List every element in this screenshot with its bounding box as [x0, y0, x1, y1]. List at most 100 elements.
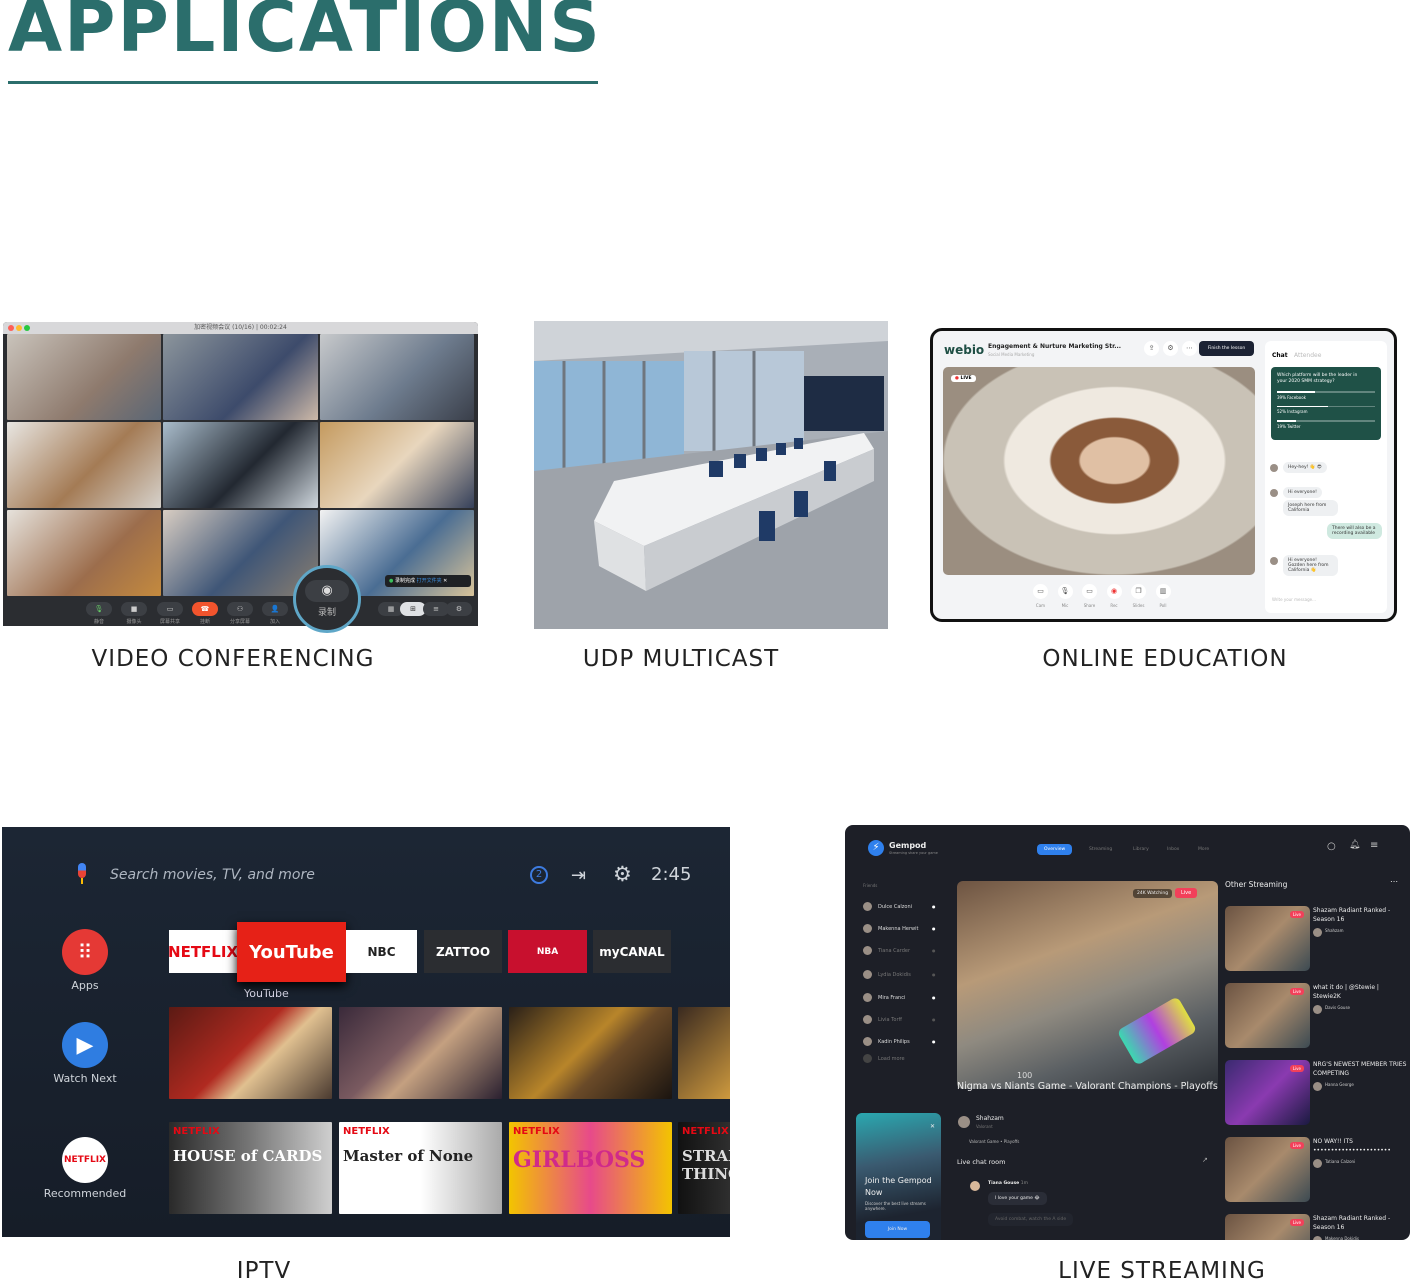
recommended-item[interactable]: NETFLIX HOUSE of CARDS [169, 1122, 332, 1214]
watch-next-icon[interactable]: ▶ [62, 1022, 108, 1068]
main-stream-video[interactable]: 24K Watching Live 100 [957, 881, 1218, 1089]
other-stream-thumbnail[interactable]: Live [1225, 1214, 1310, 1240]
app-tile-mycanal[interactable]: myCANAL [593, 930, 671, 973]
app-tile-netflix[interactable]: NETFLIX [168, 930, 238, 973]
tag[interactable]: Playoffs [1004, 1139, 1020, 1144]
other-stream-thumbnail[interactable]: Live [1225, 1137, 1310, 1202]
friend-item[interactable]: Makenna Herwit ● [863, 924, 936, 933]
share-icon[interactable]: ⇪ [1144, 341, 1159, 356]
close-promo-icon[interactable]: ✕ [930, 1123, 935, 1130]
tab-chat[interactable]: Chat [1272, 352, 1288, 359]
app-tile-youtube[interactable]: YouTube [237, 922, 346, 982]
more-icon[interactable]: ⋯ [1182, 341, 1197, 356]
other-stream-thumbnail[interactable]: Live [1225, 983, 1310, 1048]
caption-udp-multicast: UDP MULTICAST [582, 646, 780, 672]
expand-chat-icon[interactable]: ↗ [1202, 1156, 1208, 1164]
tab-streaming[interactable]: Streaming [1089, 844, 1112, 855]
record-button-magnified[interactable]: ◉ 录制 [293, 565, 361, 633]
app-tile-zattoo[interactable]: ZATTOO [424, 930, 502, 973]
invite-button[interactable]: 👤 [262, 602, 288, 616]
other-stream-thumbnail[interactable]: Live [1225, 1060, 1310, 1125]
poll-icon[interactable]: ▥ [1155, 584, 1171, 599]
other-stream-title[interactable]: Shazam Radiant Ranked - Season 16 [1313, 906, 1408, 924]
camera-icon[interactable]: ▭ [1033, 584, 1048, 599]
other-stream-title[interactable]: NO WAY!! ITS •••••••••••••••••••••• [1313, 1137, 1408, 1155]
tab-overview[interactable]: Overview [1037, 844, 1073, 855]
poll-question: Which platform will be the leader in you… [1277, 373, 1358, 384]
record-icon: ◉ [305, 580, 349, 602]
members-button[interactable]: ⚇ [227, 602, 253, 616]
more-options-icon[interactable]: ⋯ [1390, 877, 1398, 886]
netflix-badge: NETFLIX [173, 1126, 220, 1137]
other-streamer-name: Shahzam [1325, 928, 1344, 933]
recommended-item[interactable]: NETFLIX GIRLBOSS [509, 1122, 672, 1214]
watch-next-item[interactable] [339, 1007, 502, 1099]
tab-library[interactable]: Library [1133, 844, 1149, 855]
camera-button[interactable]: ■ [121, 602, 147, 616]
mic-icon[interactable] [78, 863, 88, 887]
live-badge: Live [1289, 1065, 1304, 1072]
finish-lesson-button[interactable]: Finish the lesson [1199, 341, 1254, 356]
other-stream-title[interactable]: Shazam Radiant Ranked - Season 16 [1313, 1214, 1408, 1232]
tab-more[interactable]: More [1198, 844, 1209, 855]
load-more-button[interactable]: Load more [863, 1054, 905, 1063]
gempod-logo-icon: ⚡ [868, 840, 884, 856]
side-label: Apps [71, 979, 99, 992]
netflix-badge: NETFLIX [343, 1126, 390, 1137]
other-streamer-name: Tatiana Calzoni [1325, 1159, 1356, 1164]
record-icon[interactable]: ◉ [1106, 584, 1122, 599]
input-source-icon[interactable]: ⇥ [571, 865, 586, 886]
poll-option[interactable]: 19% Twitter [1277, 424, 1375, 429]
message-input[interactable]: Write your message... [1272, 597, 1316, 602]
friend-item[interactable]: Kadin Philips ● [863, 1037, 936, 1046]
app-tile-nba[interactable]: NBA [508, 930, 587, 973]
chat-message: Avoid combat, watch the A side [988, 1213, 1074, 1226]
notification-bell-icon[interactable]: 🔔︎ [1349, 840, 1360, 850]
app-tile-nbc[interactable]: NBC [346, 930, 417, 973]
mic-icon[interactable]: 🎙︎ [1057, 584, 1073, 599]
tag[interactable]: Valorant Game [969, 1139, 999, 1144]
watch-next-item[interactable] [678, 1007, 730, 1099]
chat-avatar [1270, 557, 1278, 565]
webio-logo: webio [944, 343, 985, 357]
settings-icon[interactable]: ⚙ [1163, 341, 1178, 356]
recommended-item[interactable]: NETFLIX Master of None [339, 1122, 502, 1214]
friend-item[interactable]: Mira Franci ● [863, 993, 936, 1002]
join-now-button[interactable]: Join Now [865, 1221, 930, 1238]
apps-icon[interactable]: ⠿ [62, 929, 108, 975]
poll-label: Poll [1159, 603, 1167, 608]
tab-inbox[interactable]: Inbox [1167, 844, 1179, 855]
search-input[interactable]: Search movies, TV, and more [110, 867, 315, 883]
mute-button[interactable]: 🎙 [86, 602, 112, 616]
settings-gear-icon[interactable]: ⚙ [613, 862, 632, 886]
share-icon[interactable]: ▭ [1082, 584, 1097, 599]
chat-message: Hi everyone! [1283, 487, 1322, 498]
poll-option[interactable]: 39% Facebook [1277, 395, 1375, 400]
page-heading: APPLICATIONS [8, 0, 602, 68]
hang-up-button[interactable]: ☎ [192, 602, 218, 616]
watch-next-item[interactable] [509, 1007, 672, 1099]
other-stream-title[interactable]: what it do | @Stewie | Stewie2K [1313, 983, 1408, 1001]
friend-item[interactable]: Lydia Dokidis ● [863, 970, 936, 979]
watch-next-item[interactable] [169, 1007, 332, 1099]
other-stream-thumbnail[interactable]: Live [1225, 906, 1310, 971]
recommended-item[interactable]: NETFLIX STRANGER THINGS [678, 1122, 730, 1214]
slides-icon[interactable]: ❐ [1131, 584, 1146, 599]
menu-icon[interactable]: ≡ [1370, 840, 1378, 851]
side-label: Watch Next [53, 1072, 117, 1085]
other-stream-title[interactable]: NRG'S NEWEST MEMBER TRIES COMPETING [1313, 1060, 1408, 1078]
tab-attendee[interactable]: Attendee [1294, 352, 1321, 359]
caption-video-conferencing: VIDEO CONFERENCING [91, 646, 375, 672]
streamer-avatar [1313, 1159, 1322, 1168]
poll-option[interactable]: 52% Instagram [1277, 409, 1375, 414]
recommended-icon[interactable]: NETFLIX [62, 1137, 108, 1183]
streamer-name[interactable]: Shahzam [976, 1115, 1004, 1122]
friend-item[interactable]: Tiana Carder ● [863, 946, 936, 955]
open-folder-link[interactable]: 打开文件夹 [417, 578, 442, 584]
share-screen-button[interactable]: ▭ [157, 602, 183, 616]
friend-item[interactable]: Dulce Calzoni ● [863, 902, 936, 911]
search-icon[interactable]: ○ [1327, 841, 1336, 852]
settings-button[interactable]: ⚙ [446, 602, 472, 616]
friend-item[interactable]: Livia Torff ● [863, 1015, 936, 1024]
notification-icon[interactable]: 2 [530, 866, 548, 884]
